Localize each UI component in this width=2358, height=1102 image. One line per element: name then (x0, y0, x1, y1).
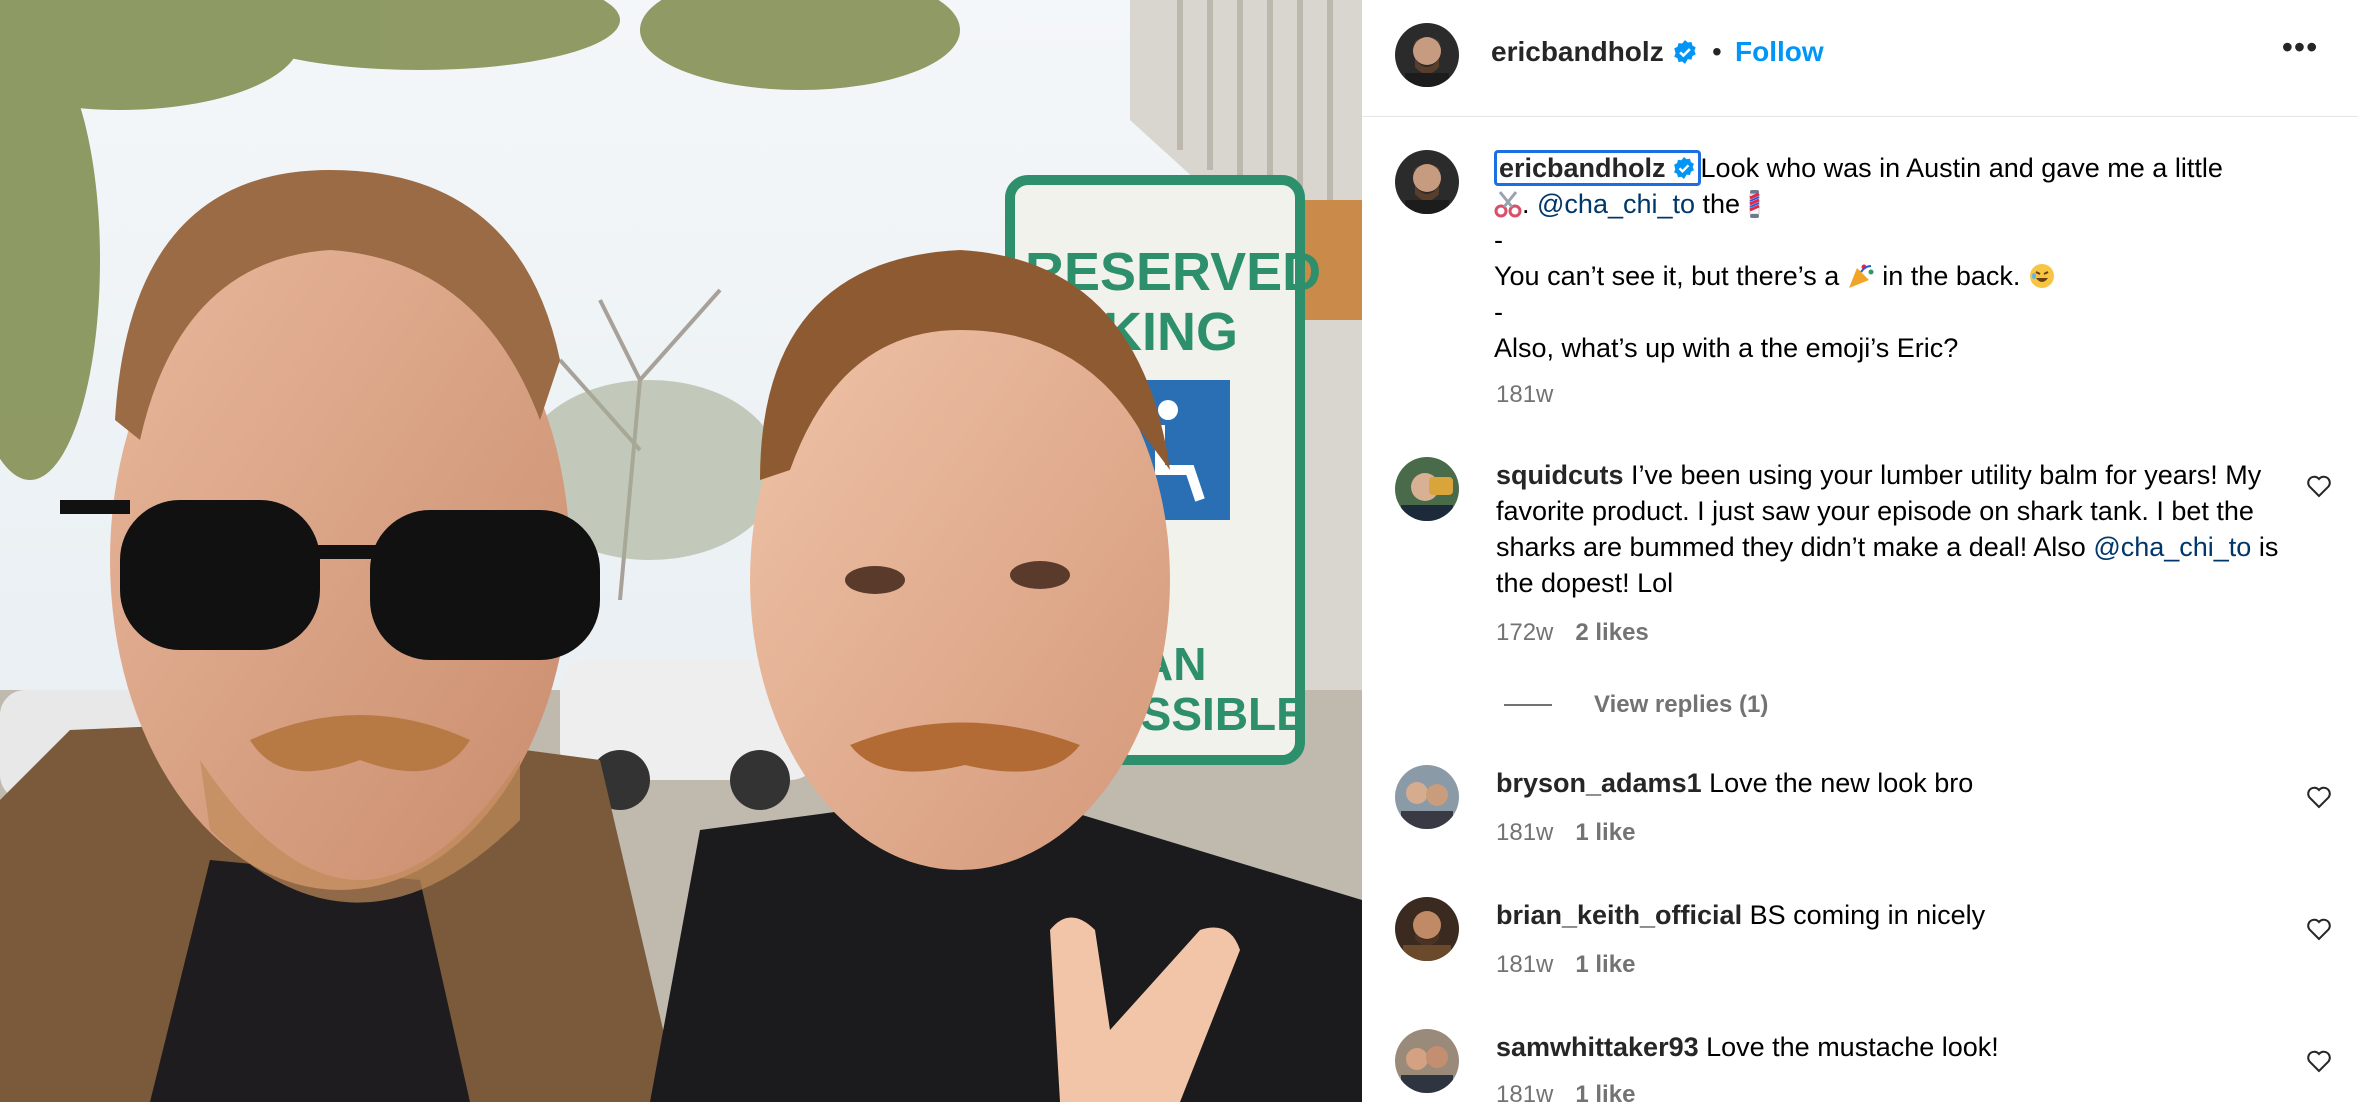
commenter-avatar[interactable] (1395, 897, 1459, 961)
caption-author-avatar[interactable] (1395, 150, 1459, 214)
comment-username[interactable]: squidcuts (1496, 460, 1624, 490)
comment-meta: 181w 1 like (1496, 819, 1635, 847)
commenter-avatar[interactable] (1395, 765, 1459, 829)
commenter-avatar[interactable] (1395, 457, 1459, 521)
comment-meta: 181w 1 like (1496, 1081, 1635, 1102)
caption-username-text[interactable]: ericbandholz (1499, 153, 1666, 183)
comment-meta: 172w 2 likes (1496, 619, 1649, 647)
caption-line-1: Look who was in Austin and gave me a lit… (1700, 153, 2223, 183)
heart-outline-icon[interactable] (2306, 785, 2332, 809)
verified-badge-icon (1673, 40, 1696, 64)
author-username-text[interactable]: ericbandholz (1491, 36, 1664, 68)
heart-outline-icon[interactable] (2306, 1049, 2332, 1073)
heart-outline-icon[interactable] (2306, 474, 2332, 498)
comment-username[interactable]: brian_keith_official (1496, 900, 1742, 930)
comment-likes[interactable]: 2 likes (1575, 619, 1648, 646)
caption-line-4b: in the back. (1882, 261, 2021, 291)
verified-badge-icon (1673, 157, 1694, 179)
comment-time[interactable]: 172w (1496, 619, 1553, 646)
replies-line (1504, 704, 1552, 706)
comment-username[interactable]: samwhittaker93 (1496, 1032, 1699, 1062)
comment-text: brian_keith_official BS coming in nicely (1496, 897, 2296, 933)
author-username[interactable]: ericbandholz (1491, 36, 1698, 68)
caption-line-4a: You can’t see it, but there’s a (1494, 261, 1840, 291)
view-replies-label[interactable]: View replies (1) (1594, 691, 1768, 719)
caption-text: ericbandholz Look who was in Austin and g… (1494, 150, 2334, 366)
comment-meta: 181w 1 like (1496, 951, 1635, 979)
caption-line-2: the (1695, 189, 1741, 219)
caption-line-6: Also, what’s up with a the emoji’s Eric? (1494, 333, 1959, 363)
more-horizontal-icon[interactable]: ••• (2280, 31, 2320, 73)
comment-likes[interactable]: 1 like (1575, 1081, 1635, 1102)
comment-time[interactable]: 181w (1496, 1081, 1553, 1102)
heart-outline-icon[interactable] (2306, 917, 2332, 941)
comment-body: Love the mustache look! (1698, 1032, 1999, 1062)
comment-time[interactable]: 181w (1496, 819, 1553, 846)
scissors-emoji (1494, 191, 1522, 218)
comment-body: BS coming in nicely (1742, 900, 1986, 930)
comment-text: samwhittaker93 Love the mustache look! (1496, 1029, 2296, 1065)
header-separator: • (1712, 36, 1722, 67)
comment-likes[interactable]: 1 like (1575, 819, 1635, 846)
author-avatar[interactable] (1395, 23, 1459, 87)
post-photo[interactable]: RESERVED ARKING AN ESSIBLE (0, 0, 1362, 1102)
caption-mention[interactable]: @cha_chi_to (1537, 189, 1695, 219)
barber-pole-emoji (1749, 190, 1760, 218)
caption-timestamp[interactable]: 181w (1496, 381, 1553, 409)
commenter-avatar[interactable] (1395, 1029, 1459, 1093)
comment-username[interactable]: bryson_adams1 (1496, 768, 1702, 798)
caption-line-5: - (1494, 297, 1503, 327)
comment-text: bryson_adams1 Love the new look bro (1496, 765, 2296, 801)
caption-username[interactable]: ericbandholz (1494, 150, 1701, 186)
post-header: ericbandholz • Follow ••• (1362, 0, 2358, 117)
post-side-panel: ericbandholz • Follow ••• ericbandholz Lo… (1362, 0, 2358, 1102)
view-replies-button[interactable]: View replies (1) (1504, 691, 1768, 719)
follow-button[interactable]: Follow (1735, 36, 1824, 68)
comment-body: Love the new look bro (1701, 768, 1974, 798)
comment-likes[interactable]: 1 like (1575, 951, 1635, 978)
rolling-laughing-emoji (2029, 264, 2054, 288)
post-photo-image: RESERVED ARKING AN ESSIBLE (0, 0, 1362, 1102)
caption-line-3: - (1494, 225, 1503, 255)
comment-text: squidcuts I’ve been using your lumber ut… (1496, 457, 2296, 601)
comment-mention[interactable]: @cha_chi_to (2093, 532, 2251, 562)
comment-time[interactable]: 181w (1496, 951, 1553, 978)
party-popper-emoji (1848, 264, 1874, 288)
